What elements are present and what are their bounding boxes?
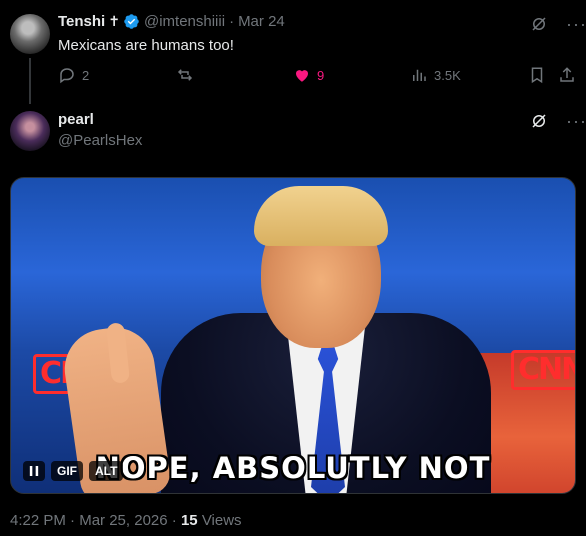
handle[interactable]: @PearlsHex bbox=[58, 132, 142, 149]
main-post-handle-row: @PearlsHex bbox=[58, 132, 142, 149]
handle[interactable]: @imtenshiiii bbox=[144, 13, 225, 30]
heart-icon bbox=[296, 70, 308, 82]
post-full-date[interactable]: Mar 25, 2026 bbox=[79, 512, 167, 529]
avatar-pearl[interactable] bbox=[10, 111, 50, 151]
repost-button[interactable] bbox=[176, 66, 200, 84]
pause-button[interactable] bbox=[23, 461, 45, 481]
display-name[interactable]: Tenshi bbox=[58, 13, 105, 30]
repost-icon bbox=[177, 69, 193, 81]
gif-badge: GIF bbox=[51, 461, 83, 481]
action-bar: 2 9 3.5K bbox=[58, 66, 578, 88]
gif-media[interactable]: CNN CNN NOPE, ABSOLUTLY NOT GIF ALT bbox=[10, 177, 576, 494]
separator: · bbox=[229, 13, 235, 30]
views-label: Views bbox=[201, 512, 242, 529]
reply-count: 2 bbox=[82, 67, 90, 83]
post-meta: 4:22 PM · Mar 25, 2026 · 15 Views bbox=[10, 512, 242, 529]
post-date[interactable]: Mar 24 bbox=[238, 13, 285, 30]
parent-top-icons: ··· bbox=[530, 15, 586, 33]
main-post-name-row: pearl bbox=[58, 111, 94, 128]
views-count: 3.5K bbox=[434, 67, 461, 83]
grok-icon[interactable] bbox=[530, 112, 548, 130]
bookmark-button[interactable] bbox=[528, 66, 552, 84]
views-icon bbox=[413, 69, 426, 81]
more-icon[interactable]: ··· bbox=[566, 112, 586, 130]
main-top-icons: ··· bbox=[530, 112, 586, 130]
like-count: 9 bbox=[317, 67, 325, 83]
share-button[interactable] bbox=[558, 66, 582, 84]
like-button[interactable]: 9 bbox=[293, 66, 324, 84]
share-icon bbox=[560, 67, 574, 82]
thread-line bbox=[29, 58, 31, 104]
more-icon[interactable]: ··· bbox=[566, 15, 586, 33]
avatar-tenshi[interactable] bbox=[10, 14, 50, 54]
reply-button[interactable]: 2 bbox=[58, 66, 89, 84]
pause-icon bbox=[29, 466, 39, 476]
figure-hair bbox=[254, 186, 388, 246]
alt-badge[interactable]: ALT bbox=[89, 461, 124, 481]
grok-icon[interactable] bbox=[530, 15, 548, 33]
views-button[interactable]: 3.5K bbox=[410, 66, 461, 84]
parent-tweet-header: Tenshi ✝ @imtenshiiii · Mar 24 bbox=[58, 13, 285, 30]
reply-icon bbox=[60, 68, 74, 84]
post-time[interactable]: 4:22 PM bbox=[10, 512, 66, 529]
cnn-logo-right: CNN bbox=[511, 350, 575, 390]
media-badges: GIF ALT bbox=[23, 461, 124, 481]
verified-icon bbox=[124, 14, 139, 29]
views-number: 15 bbox=[180, 512, 198, 529]
tweet-text: Mexicans are humans too! bbox=[58, 37, 234, 54]
bookmark-icon bbox=[531, 67, 543, 84]
name-suffix: ✝ bbox=[108, 13, 120, 29]
display-name[interactable]: pearl bbox=[58, 111, 94, 128]
